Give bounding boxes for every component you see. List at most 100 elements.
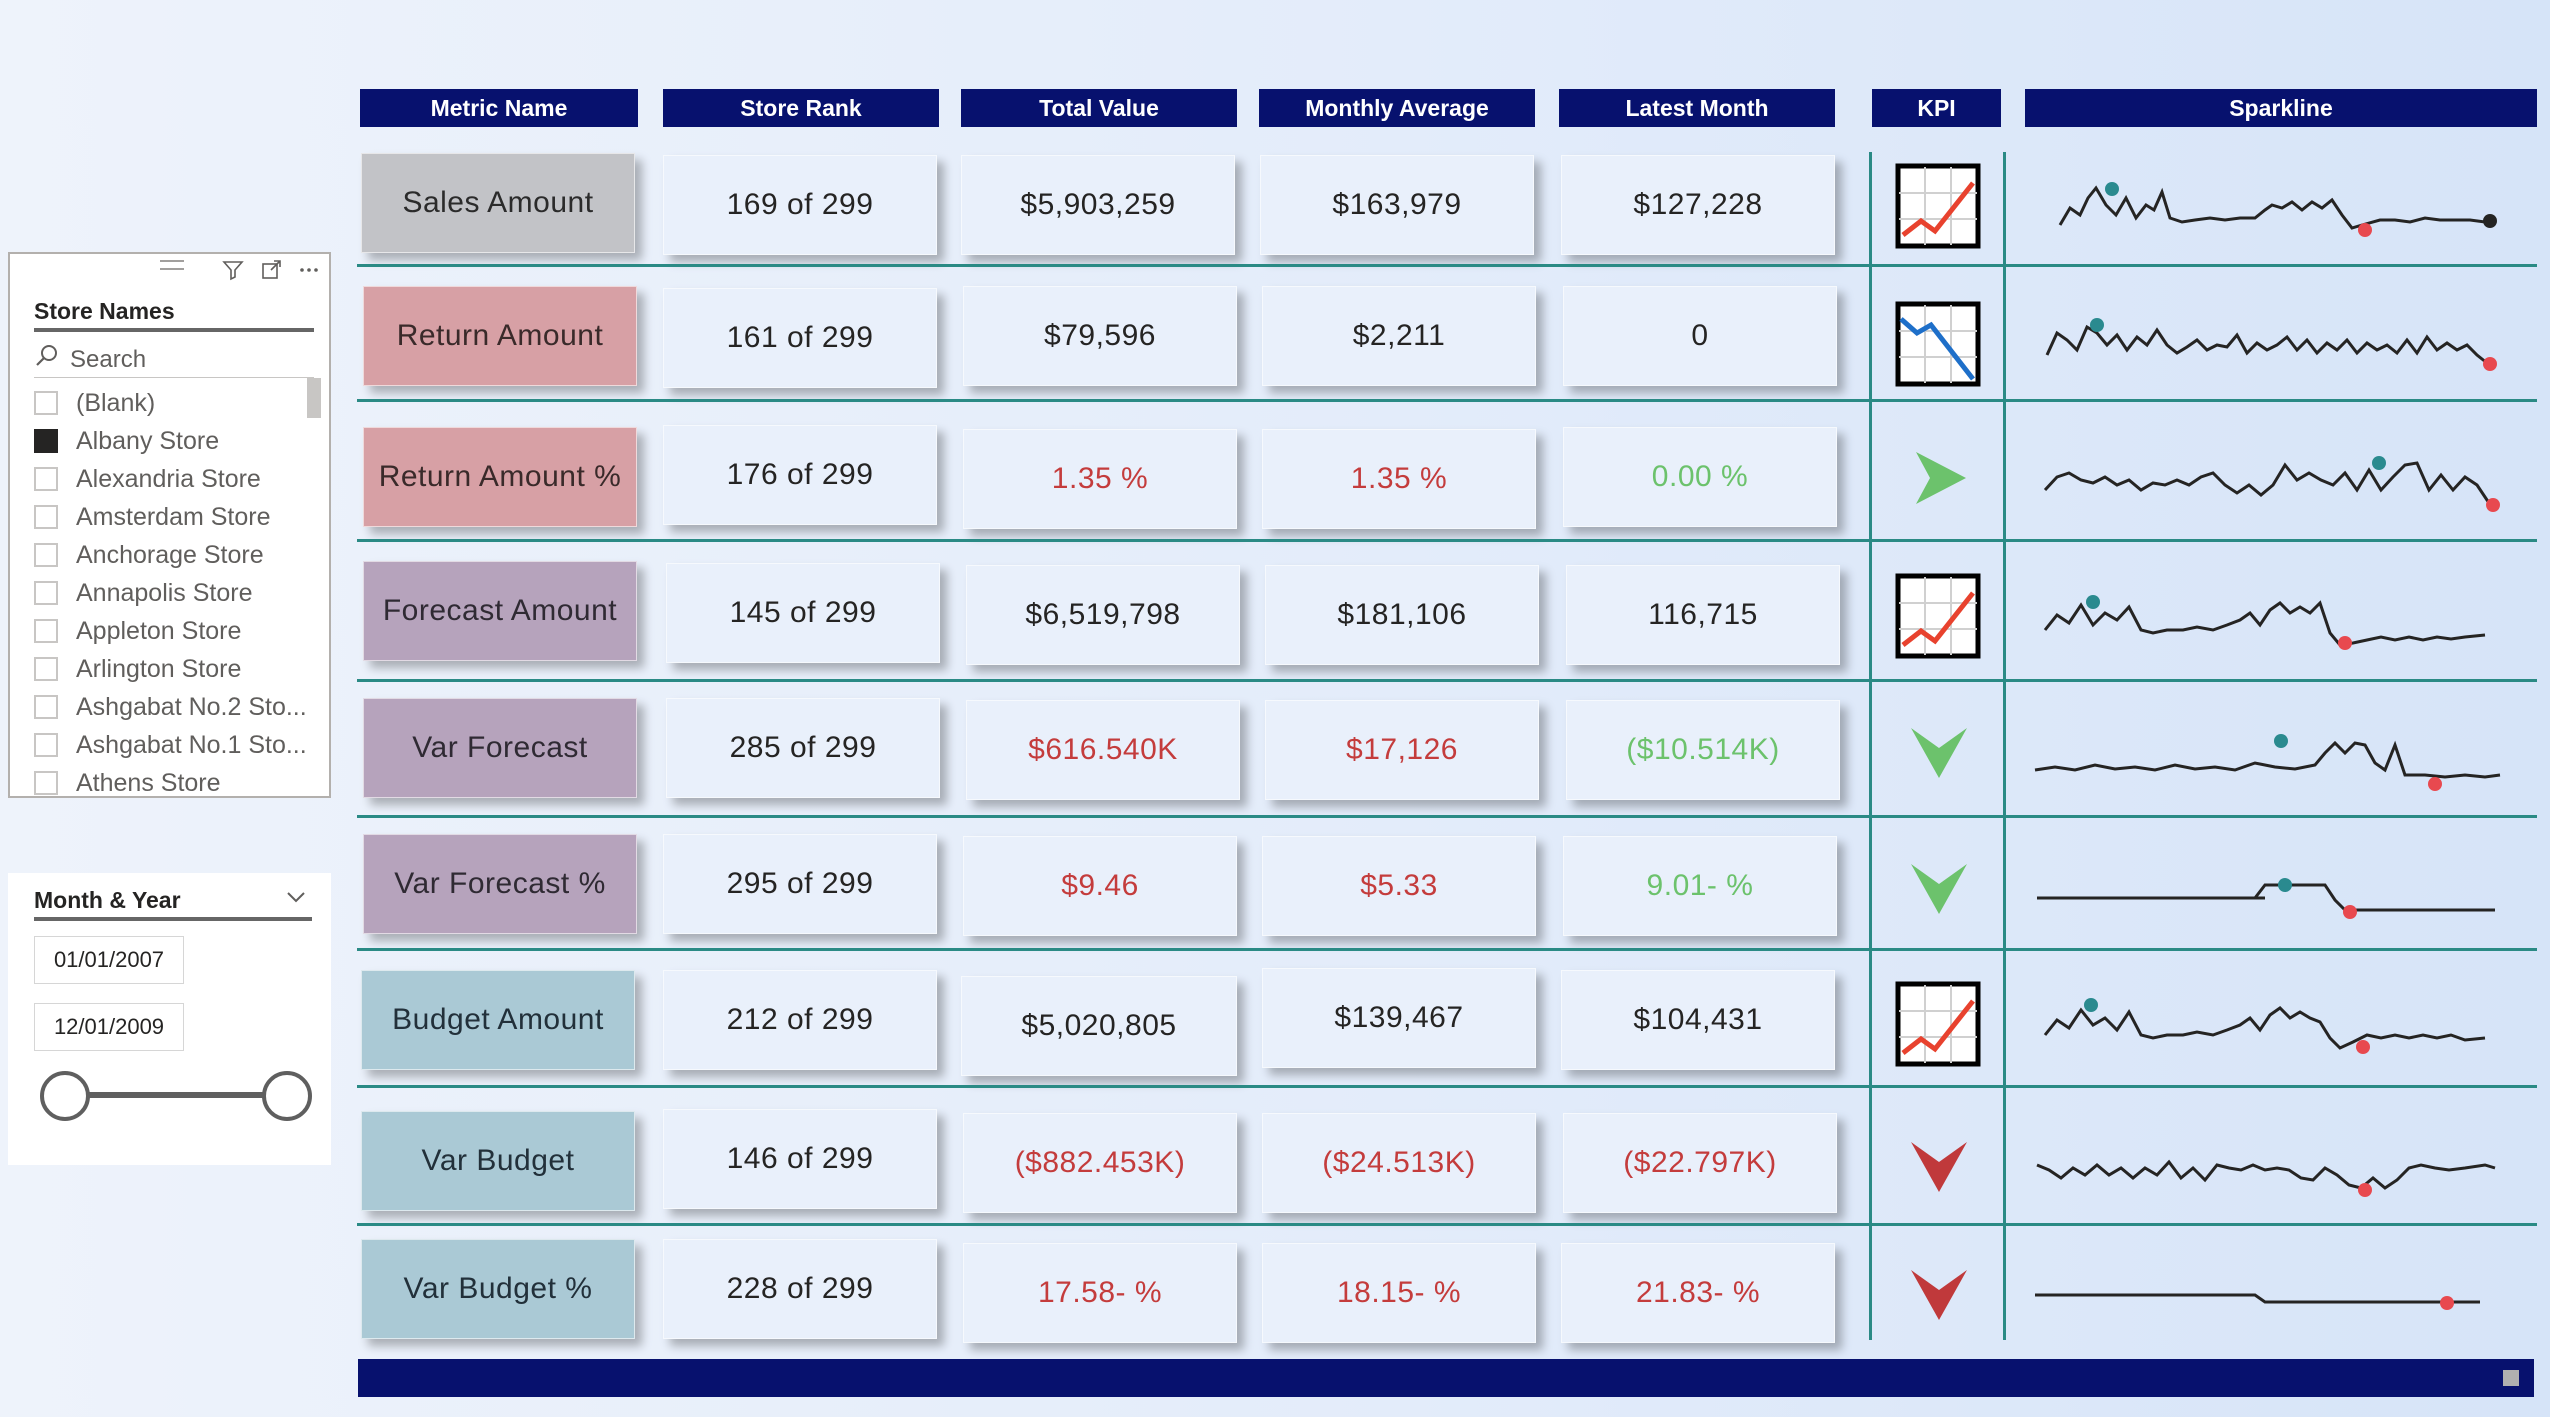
store-label: Anchorage Store bbox=[76, 540, 264, 569]
sparkline-high-marker bbox=[2372, 456, 2386, 470]
checkbox[interactable] bbox=[34, 771, 58, 795]
checkbox[interactable] bbox=[34, 657, 58, 681]
store-rank-cell: 295 of 299 bbox=[663, 834, 937, 934]
store-label: Amsterdam Store bbox=[76, 502, 271, 531]
header-monthly-average[interactable]: Monthly Average bbox=[1259, 89, 1535, 127]
store-label: Annapolis Store bbox=[76, 578, 253, 607]
total-value-cell: $79,596 bbox=[963, 286, 1237, 386]
row-divider bbox=[357, 399, 2537, 402]
store-label: Athens Store bbox=[76, 768, 221, 797]
arrow-right-icon bbox=[1910, 448, 1970, 508]
chart-up-icon bbox=[1894, 572, 1982, 660]
sparkline-high-marker bbox=[2105, 182, 2119, 196]
latest-month-cell: ($10.514K) bbox=[1566, 700, 1840, 800]
store-item[interactable]: Alexandria Store bbox=[34, 460, 324, 498]
monthly-average-cell: ($24.513K) bbox=[1262, 1113, 1536, 1213]
metric-name-cell: Var Forecast bbox=[363, 698, 637, 798]
focus-mode-icon[interactable] bbox=[259, 258, 283, 282]
month-year-slicer: Month & Year 01/01/2007 12/01/2009 bbox=[8, 873, 331, 1165]
chart-up-icon bbox=[1894, 980, 1982, 1068]
row-divider bbox=[357, 1223, 2537, 1226]
sparkline-high-marker bbox=[2086, 595, 2100, 609]
horizontal-scrollbar[interactable] bbox=[358, 1359, 2534, 1397]
store-item[interactable]: Amsterdam Store bbox=[34, 498, 324, 536]
checkbox[interactable] bbox=[34, 467, 58, 491]
sparkline-budget-amount bbox=[2043, 998, 2486, 1054]
latest-month-cell: 0 bbox=[1563, 286, 1837, 386]
monthly-average-cell: $2,211 bbox=[1262, 286, 1536, 386]
header-store-rank[interactable]: Store Rank bbox=[663, 89, 939, 127]
store-label: Ashgabat No.1 Sto... bbox=[76, 730, 307, 759]
search-icon bbox=[34, 343, 60, 376]
sparkline-forecast-amount bbox=[2043, 595, 2486, 650]
sparkline-var-budget bbox=[2036, 1159, 2496, 1197]
store-item[interactable]: Annapolis Store bbox=[34, 574, 324, 612]
store-rank-cell: 212 of 299 bbox=[663, 970, 937, 1070]
metric-name-cell: Var Forecast % bbox=[363, 834, 637, 934]
store-label: Arlington Store bbox=[76, 654, 242, 683]
title-divider bbox=[34, 328, 314, 332]
filter-icon[interactable] bbox=[221, 258, 245, 282]
header-sparkline[interactable]: Sparkline bbox=[2025, 89, 2537, 127]
store-rank-cell: 161 of 299 bbox=[663, 288, 937, 388]
store-item[interactable]: Athens Store bbox=[34, 764, 324, 802]
checkbox[interactable] bbox=[34, 619, 58, 643]
checkbox[interactable] bbox=[34, 391, 58, 415]
store-item[interactable]: Anchorage Store bbox=[34, 536, 324, 574]
row-divider bbox=[357, 679, 2537, 682]
sparkline-low-marker bbox=[2343, 905, 2357, 919]
store-item[interactable]: Ashgabat No.2 Sto... bbox=[34, 688, 324, 726]
store-item[interactable]: (Blank) bbox=[34, 384, 324, 422]
store-item[interactable]: Appleton Store bbox=[34, 612, 324, 650]
sparkline-return-amount bbox=[2045, 318, 2497, 371]
sparkline-var-budget-pct bbox=[2035, 1293, 2480, 1310]
more-options-icon[interactable] bbox=[297, 258, 321, 282]
store-rank-cell: 145 of 299 bbox=[666, 563, 940, 663]
start-date-input[interactable]: 01/01/2007 bbox=[34, 936, 184, 984]
latest-month-cell: ($22.797K) bbox=[1563, 1113, 1837, 1213]
sparkline-var-forecast-pct bbox=[2037, 878, 2495, 919]
store-label: Ashgabat No.2 Sto... bbox=[76, 692, 307, 721]
metric-name-cell: Var Budget bbox=[361, 1111, 635, 1211]
date-range-track[interactable] bbox=[68, 1092, 268, 1098]
monthly-average-cell: 18.15- % bbox=[1262, 1243, 1536, 1343]
total-value-cell: 1.35 % bbox=[963, 429, 1237, 529]
header-latest-month[interactable]: Latest Month bbox=[1559, 89, 1835, 127]
store-item[interactable]: Albany Store bbox=[34, 422, 324, 460]
resize-grip-icon[interactable] bbox=[2503, 1370, 2519, 1386]
checkbox[interactable] bbox=[34, 429, 58, 453]
monthly-average-cell: $163,979 bbox=[1260, 155, 1534, 255]
store-label: Alexandria Store bbox=[76, 464, 261, 493]
store-item[interactable]: Arlington Store bbox=[34, 650, 324, 688]
total-value-cell: $6,519,798 bbox=[966, 565, 1240, 665]
checkbox[interactable] bbox=[34, 733, 58, 757]
sparkline-low-marker bbox=[2358, 1183, 2372, 1197]
header-metric-name[interactable]: Metric Name bbox=[360, 89, 638, 127]
sparkline-low-marker bbox=[2440, 1296, 2454, 1310]
checkbox[interactable] bbox=[34, 581, 58, 605]
latest-month-cell: 116,715 bbox=[1566, 565, 1840, 665]
sparkline-low-marker bbox=[2356, 1040, 2370, 1054]
checkbox[interactable] bbox=[34, 505, 58, 529]
header-total-value[interactable]: Total Value bbox=[961, 89, 1237, 127]
store-rank-cell: 176 of 299 bbox=[663, 425, 937, 525]
drag-grip-icon[interactable] bbox=[160, 260, 184, 270]
store-search-input[interactable]: Search bbox=[34, 342, 314, 378]
checkbox[interactable] bbox=[34, 695, 58, 719]
row-divider bbox=[357, 815, 2537, 818]
chevron-down-icon[interactable] bbox=[285, 885, 307, 911]
sparkline-sales-amount bbox=[2058, 182, 2497, 237]
sparkline-high-marker bbox=[2084, 998, 2098, 1012]
sparkline-var-forecast bbox=[2034, 734, 2501, 791]
metric-name-cell: Var Budget % bbox=[361, 1239, 635, 1339]
total-value-cell: $9.46 bbox=[963, 836, 1237, 936]
end-date-input[interactable]: 12/01/2009 bbox=[34, 1003, 184, 1051]
store-item[interactable]: Ashgabat No.1 Sto... bbox=[34, 726, 324, 764]
latest-month-cell: 0.00 % bbox=[1563, 427, 1837, 527]
range-end-handle[interactable] bbox=[262, 1071, 312, 1121]
checkbox[interactable] bbox=[34, 543, 58, 567]
range-start-handle[interactable] bbox=[40, 1071, 90, 1121]
header-kpi[interactable]: KPI bbox=[1872, 89, 2001, 127]
row-divider bbox=[357, 948, 2537, 951]
latest-month-cell: 21.83- % bbox=[1561, 1243, 1835, 1343]
